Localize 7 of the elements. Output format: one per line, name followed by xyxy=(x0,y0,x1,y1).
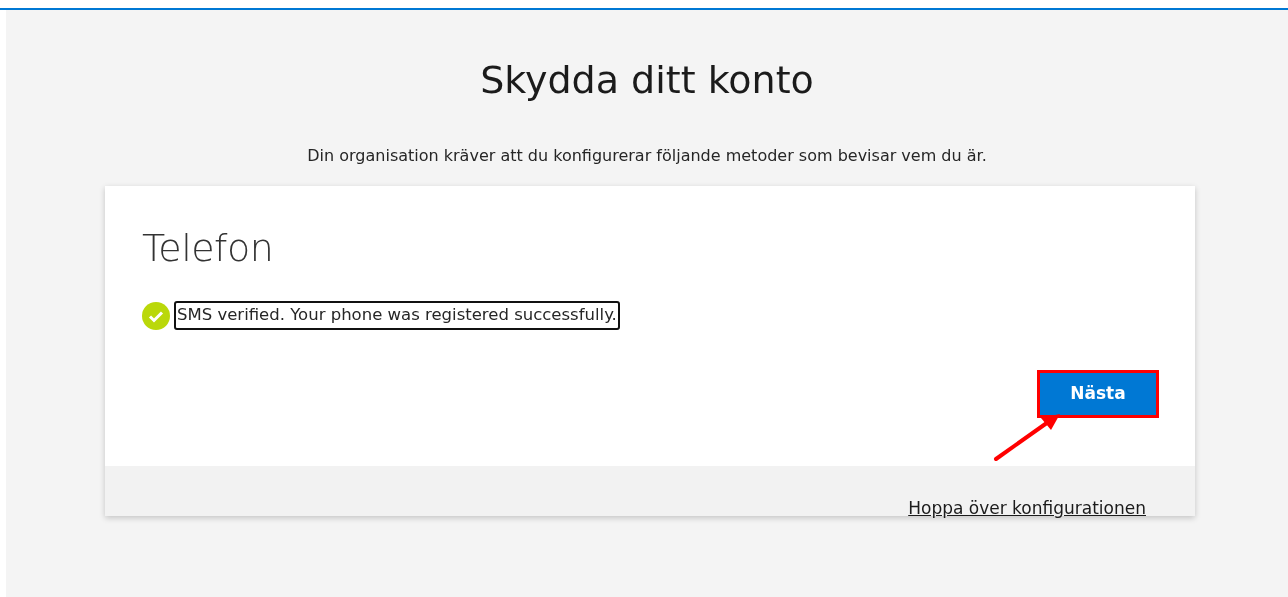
card-heading: Telefon xyxy=(142,225,275,272)
page-subtitle: Din organisation kräver att du konfigurerar följande metoder som bevisar vem du är. xyxy=(306,144,988,167)
skip-setup-link[interactable]: Hoppa över konfigurationen xyxy=(908,496,1146,522)
next-button[interactable]: Nästa xyxy=(1037,369,1159,418)
status-message: SMS verified. Your phone was registered successfully. xyxy=(174,301,620,330)
page-title: Skydda ditt konto xyxy=(479,58,815,104)
pointer-arrow xyxy=(993,411,1063,462)
